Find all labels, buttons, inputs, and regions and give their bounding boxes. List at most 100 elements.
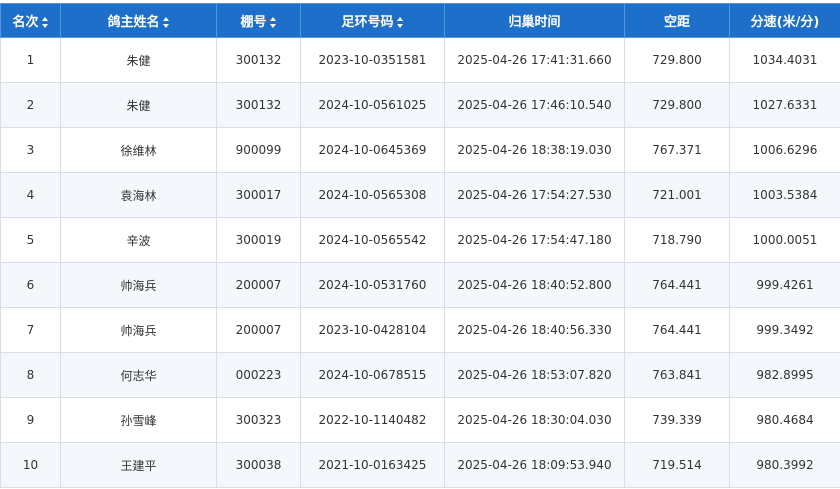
race-results-table: 名次 鸽主姓名 棚号 足环号码 归巢时间 空距 分速(米/分) 1 朱健 300… [0,3,840,488]
cell-ring: 2024-10-0565308 [300,172,445,218]
header-ring-label: 足环号码 [341,15,394,30]
cell-distance: 718.790 [624,217,730,263]
cell-speed: 982.8995 [729,352,840,398]
cell-distance: 739.339 [624,397,730,443]
cell-distance: 721.001 [624,172,730,218]
cell-ring: 2024-10-0531760 [300,262,445,308]
cell-time: 2025-04-26 18:38:19.030 [444,127,625,173]
cell-speed: 1000.0051 [729,217,840,263]
header-ring[interactable]: 足环号码 [300,3,445,38]
cell-rank: 5 [0,217,61,263]
cell-rank: 2 [0,82,61,128]
cell-ring: 2024-10-0678515 [300,352,445,398]
cell-loft: 300132 [216,37,301,83]
cell-owner: 袁海林 [60,172,217,218]
cell-ring: 2023-10-0428104 [300,307,445,353]
cell-loft: 900099 [216,127,301,173]
table-row: 1 朱健 300132 2023-10-0351581 2025-04-26 1… [0,37,840,83]
cell-time: 2025-04-26 17:54:27.530 [444,172,625,218]
header-rank[interactable]: 名次 [0,3,61,38]
cell-owner: 帅海兵 [60,307,217,353]
header-speed: 分速(米/分) [729,3,840,38]
cell-owner: 朱健 [60,37,217,83]
cell-distance: 764.441 [624,262,730,308]
header-distance-label: 空距 [663,15,690,30]
cell-ring: 2022-10-1140482 [300,397,445,443]
cell-distance: 719.514 [624,442,730,488]
cell-owner: 王建平 [60,442,217,488]
cell-owner: 辛波 [60,217,217,263]
table-body: 1 朱健 300132 2023-10-0351581 2025-04-26 1… [0,37,840,488]
cell-time: 2025-04-26 18:30:04.030 [444,397,625,443]
header-time-label: 归巢时间 [508,15,561,30]
cell-rank: 4 [0,172,61,218]
header-row: 名次 鸽主姓名 棚号 足环号码 归巢时间 空距 分速(米/分) [0,3,840,38]
cell-loft: 200007 [216,262,301,308]
cell-speed: 1027.6331 [729,82,840,128]
cell-time: 2025-04-26 18:53:07.820 [444,352,625,398]
cell-loft: 300019 [216,217,301,263]
cell-time: 2025-04-26 18:40:52.800 [444,262,625,308]
cell-loft: 000223 [216,352,301,398]
header-distance: 空距 [624,3,730,38]
table-row: 3 徐维林 900099 2024-10-0645369 2025-04-26 … [0,127,840,173]
cell-loft: 300038 [216,442,301,488]
cell-rank: 3 [0,127,61,173]
header-time: 归巢时间 [444,3,625,38]
cell-distance: 767.371 [624,127,730,173]
header-rank-label: 名次 [12,15,39,30]
table-row: 2 朱健 300132 2024-10-0561025 2025-04-26 1… [0,82,840,128]
cell-distance: 764.441 [624,307,730,353]
header-speed-label: 分速(米/分) [750,15,820,30]
cell-speed: 999.3492 [729,307,840,353]
cell-time: 2025-04-26 17:54:47.180 [444,217,625,263]
table-header: 名次 鸽主姓名 棚号 足环号码 归巢时间 空距 分速(米/分) [0,3,840,38]
sort-icon[interactable] [269,17,277,28]
cell-rank: 9 [0,397,61,443]
table-row: 5 辛波 300019 2024-10-0565542 2025-04-26 1… [0,217,840,263]
results-page: 名次 鸽主姓名 棚号 足环号码 归巢时间 空距 分速(米/分) 1 朱健 300… [0,0,840,489]
cell-speed: 999.4261 [729,262,840,308]
cell-rank: 1 [0,37,61,83]
header-loft-label: 棚号 [240,15,267,30]
cell-rank: 10 [0,442,61,488]
sort-icon[interactable] [41,17,49,28]
cell-distance: 729.800 [624,37,730,83]
table-row: 9 孙雪峰 300323 2022-10-1140482 2025-04-26 … [0,397,840,443]
header-loft[interactable]: 棚号 [216,3,301,38]
header-owner-label: 鸽主姓名 [107,15,160,30]
header-owner[interactable]: 鸽主姓名 [60,3,217,38]
cell-speed: 1034.4031 [729,37,840,83]
table-row: 6 帅海兵 200007 2024-10-0531760 2025-04-26 … [0,262,840,308]
cell-owner: 何志华 [60,352,217,398]
cell-ring: 2023-10-0351581 [300,37,445,83]
cell-ring: 2024-10-0561025 [300,82,445,128]
table-row: 7 帅海兵 200007 2023-10-0428104 2025-04-26 … [0,307,840,353]
table-row: 10 王建平 300038 2021-10-0163425 2025-04-26… [0,442,840,488]
cell-rank: 8 [0,352,61,398]
cell-ring: 2021-10-0163425 [300,442,445,488]
cell-distance: 763.841 [624,352,730,398]
cell-loft: 300132 [216,82,301,128]
cell-speed: 980.4684 [729,397,840,443]
cell-owner: 孙雪峰 [60,397,217,443]
sort-icon[interactable] [162,17,170,28]
cell-owner: 帅海兵 [60,262,217,308]
cell-speed: 1006.6296 [729,127,840,173]
cell-speed: 1003.5384 [729,172,840,218]
cell-distance: 729.800 [624,82,730,128]
cell-ring: 2024-10-0645369 [300,127,445,173]
cell-loft: 200007 [216,307,301,353]
cell-rank: 6 [0,262,61,308]
sort-icon[interactable] [396,17,404,28]
cell-time: 2025-04-26 18:40:56.330 [444,307,625,353]
cell-rank: 7 [0,307,61,353]
cell-owner: 徐维林 [60,127,217,173]
cell-owner: 朱健 [60,82,217,128]
table-row: 8 何志华 000223 2024-10-0678515 2025-04-26 … [0,352,840,398]
table-row: 4 袁海林 300017 2024-10-0565308 2025-04-26 … [0,172,840,218]
cell-loft: 300017 [216,172,301,218]
cell-ring: 2024-10-0565542 [300,217,445,263]
cell-time: 2025-04-26 17:46:10.540 [444,82,625,128]
cell-time: 2025-04-26 18:09:53.940 [444,442,625,488]
